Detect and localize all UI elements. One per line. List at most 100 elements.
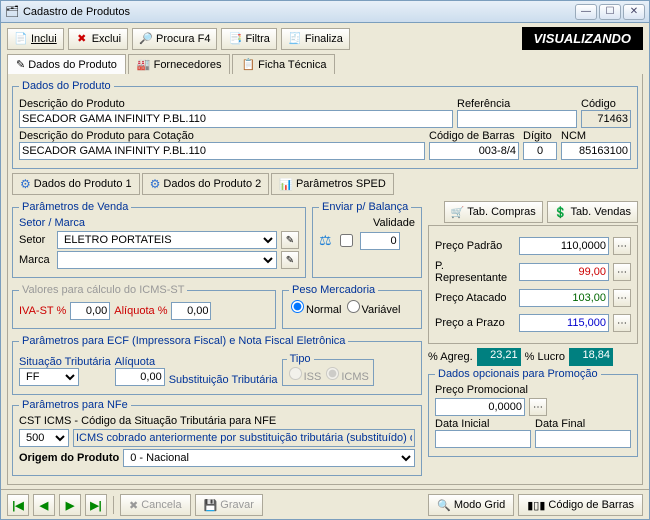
codigo-label: Código: [581, 98, 631, 110]
codbarras-input[interactable]: [429, 142, 519, 160]
nav-last-button[interactable]: ▶|: [85, 494, 107, 516]
aliq-icms-label: Alíquota %: [114, 305, 167, 317]
procura-button[interactable]: 🔎Procura F4: [132, 28, 217, 50]
preco-atac-more[interactable]: ⋯: [613, 289, 631, 307]
digito-input[interactable]: [523, 142, 557, 160]
descricao-cot-input[interactable]: [19, 142, 425, 160]
tipo-icms-radio[interactable]: ICMS: [324, 371, 369, 383]
peso-normal-radio[interactable]: Normal: [289, 304, 341, 316]
codigo-barras-button[interactable]: ▮▯▮Código de Barras: [518, 494, 643, 516]
dados-produto-group: Dados do Produto Descrição do Produto Re…: [12, 80, 638, 169]
tab-dados-produto[interactable]: ✎Dados do Produto: [7, 54, 126, 74]
tab-ficha-tecnica[interactable]: 📋Ficha Técnica: [232, 54, 335, 74]
tab-ficha-label: Ficha Técnica: [258, 59, 326, 71]
footer-bar: |◀ ◀ ▶ ▶| ✖Cancela 💾Gravar 🔍Modo Grid ▮▯…: [1, 489, 649, 520]
subtab-dados1[interactable]: ⚙Dados do Produto 1: [12, 173, 140, 195]
cst-code-select[interactable]: 500: [19, 429, 69, 447]
barcode-icon: ▮▯▮: [527, 499, 545, 512]
close-button[interactable]: ✕: [623, 4, 645, 20]
nav-first-button[interactable]: |◀: [7, 494, 29, 516]
minimize-button[interactable]: —: [575, 4, 597, 20]
iva-label: IVA-ST %: [19, 305, 66, 317]
nfe-group: Parâmetros para NFe CST ICMS - Código da…: [12, 399, 422, 476]
save-icon: 💾: [204, 499, 218, 512]
data-ini-input[interactable]: [435, 430, 531, 448]
preco-padrao-input[interactable]: [519, 237, 609, 255]
gravar-button[interactable]: 💾Gravar: [195, 494, 263, 516]
cancela-button[interactable]: ✖Cancela: [120, 494, 191, 516]
preco-promo-input[interactable]: [435, 398, 525, 416]
balanca-checkbox[interactable]: [340, 234, 353, 247]
cst-label: CST ICMS - Código da Situação Tributária…: [19, 415, 415, 427]
procura-label: Procura F4: [156, 33, 210, 45]
preco-atac-input[interactable]: [519, 289, 609, 307]
nav-next-button[interactable]: ▶: [59, 494, 81, 516]
subtab-sped[interactable]: 📊Parâmetros SPED: [271, 173, 394, 195]
tab-forn-label: Fornecedores: [154, 59, 222, 71]
preco-prazo-input[interactable]: [519, 314, 609, 332]
setor-select[interactable]: ELETRO PORTATEIS: [57, 231, 277, 249]
sit-trib-select[interactable]: FF: [19, 368, 79, 386]
peso-variavel-label: Variável: [362, 304, 401, 316]
grid-icon: 🔍: [437, 499, 451, 512]
aliq-icms-input[interactable]: [171, 302, 211, 320]
nav-prev-button[interactable]: ◀: [33, 494, 55, 516]
finalize-icon: 🧾: [288, 32, 302, 46]
marca-select[interactable]: [57, 251, 277, 269]
subtab-dados2[interactable]: ⚙Dados do Produto 2: [142, 173, 270, 195]
descricao-input[interactable]: [19, 110, 453, 128]
gear-icon: ⚙: [20, 177, 31, 191]
filtra-button[interactable]: 📑Filtra: [221, 28, 276, 50]
origem-select[interactable]: 0 - Nacional: [123, 449, 415, 467]
inclui-button[interactable]: 📄Inclui: [7, 28, 64, 50]
preco-atac-label: Preço Atacado: [435, 292, 507, 304]
marca-edit-button[interactable]: ✎: [281, 251, 299, 269]
tipo-iss-radio[interactable]: ISS: [287, 371, 322, 383]
promo-group: Dados opcionais para Promoção Preço Prom…: [428, 368, 638, 457]
cancela-label: Cancela: [141, 499, 181, 511]
preco-rep-input[interactable]: [519, 263, 609, 281]
aliq-ecf-input[interactable]: [115, 368, 165, 386]
content-panel: Dados do Produto Descrição do Produto Re…: [7, 74, 643, 485]
cst-desc-input: [73, 429, 415, 447]
maximize-button[interactable]: ☐: [599, 4, 621, 20]
preco-prazo-label: Preço a Prazo: [435, 317, 505, 329]
titlebar: 🗂 Cadastro de Produtos — ☐ ✕: [1, 1, 649, 23]
validade-input[interactable]: [360, 232, 400, 250]
preco-promo-more[interactable]: ⋯: [529, 398, 547, 416]
preco-prazo-more[interactable]: ⋯: [613, 314, 631, 332]
setor-edit-button[interactable]: ✎: [281, 231, 299, 249]
data-fim-input[interactable]: [535, 430, 631, 448]
ncm-input[interactable]: [561, 142, 631, 160]
nfe-legend: Parâmetros para NFe: [19, 399, 131, 411]
ecf-legend: Parâmetros para ECF (Impressora Fiscal) …: [19, 335, 348, 347]
codigo-input: [581, 110, 631, 128]
peso-variavel-radio[interactable]: Variável: [345, 304, 401, 316]
codigo-barras-label: Código de Barras: [548, 499, 634, 511]
window-title: Cadastro de Produtos: [23, 6, 575, 18]
dados-produto-legend: Dados do Produto: [19, 80, 114, 92]
descricao-label: Descrição do Produto: [19, 98, 453, 110]
aliq-ecf-label: Alíquota: [115, 356, 165, 368]
exclui-button[interactable]: ✖Exclui: [68, 28, 128, 50]
preco-padrao-more[interactable]: ⋯: [613, 237, 631, 255]
tab-compras-label: Tab. Compras: [467, 206, 535, 218]
tab-fornecedores[interactable]: 🏭Fornecedores: [128, 54, 231, 74]
ecf-group: Parâmetros para ECF (Impressora Fiscal) …: [12, 335, 422, 395]
binoculars-icon: 🔎: [139, 32, 153, 46]
tab-compras-button[interactable]: 🛒Tab. Compras: [444, 201, 543, 223]
cart-icon: 🛒: [451, 206, 465, 219]
tab-vendas-button[interactable]: 💲Tab. Vendas: [547, 201, 638, 223]
ncm-label: NCM: [561, 130, 631, 142]
finaliza-button[interactable]: 🧾Finaliza: [281, 28, 350, 50]
descricao-cot-label: Descrição do Produto para Cotação: [19, 130, 425, 142]
preco-rep-more[interactable]: ⋯: [613, 263, 631, 281]
iva-input[interactable]: [70, 302, 110, 320]
sit-trib-label: Situação Tributária: [19, 356, 111, 368]
gravar-label: Gravar: [220, 499, 254, 511]
referencia-input[interactable]: [457, 110, 577, 128]
preco-promo-label: Preço Promocional: [435, 384, 631, 396]
digito-label: Dígito: [523, 130, 557, 142]
modo-grid-button[interactable]: 🔍Modo Grid: [428, 494, 514, 516]
marca-label: Marca: [19, 254, 53, 266]
